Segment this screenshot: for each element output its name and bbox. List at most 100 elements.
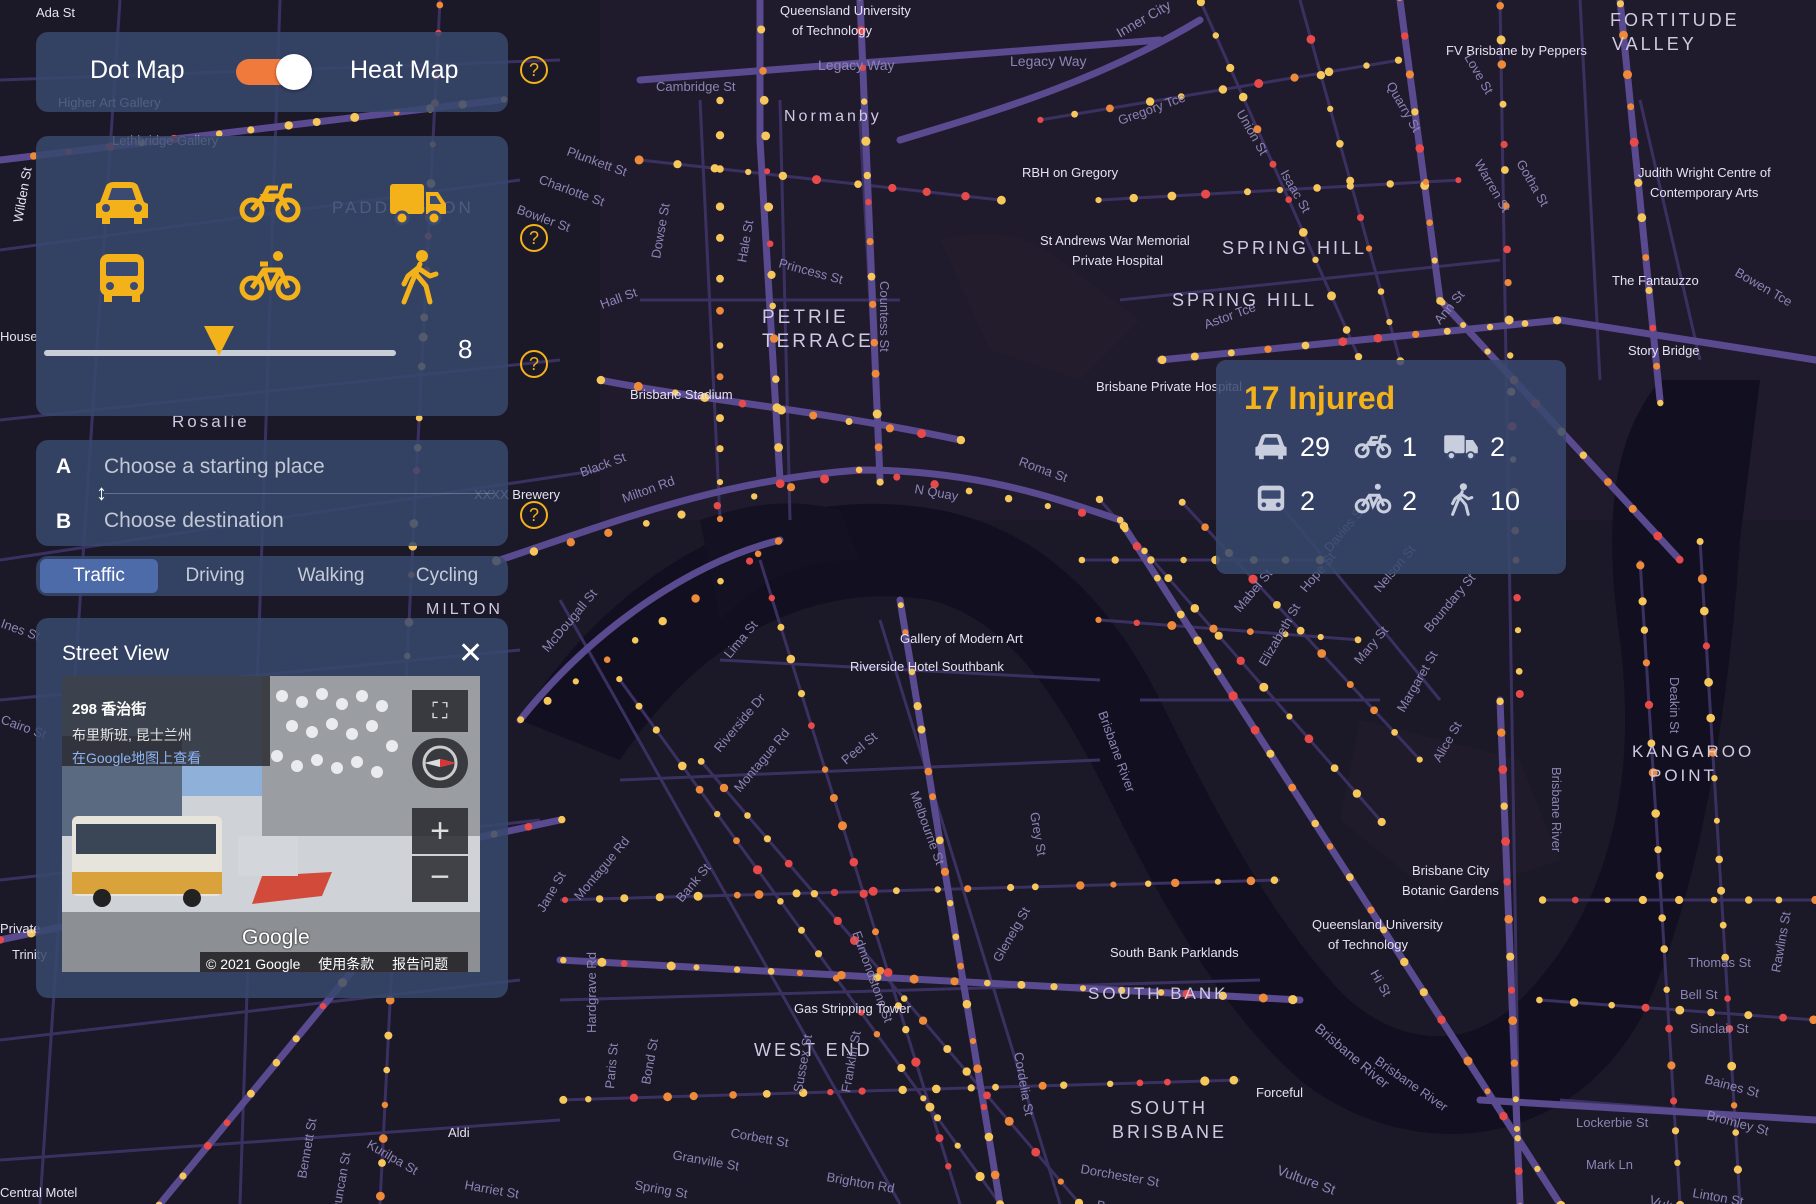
accident-dot[interactable] <box>845 418 853 425</box>
accident-dot[interactable] <box>1213 668 1222 676</box>
accident-dot[interactable] <box>1095 616 1102 624</box>
accident-dot[interactable] <box>1286 713 1293 720</box>
accident-dot[interactable] <box>1503 878 1511 886</box>
accident-dot[interactable] <box>1663 986 1670 993</box>
accident-dot[interactable] <box>984 1132 994 1142</box>
accident-dot[interactable] <box>673 160 682 169</box>
accident-dot[interactable] <box>1515 668 1523 675</box>
accident-dot[interactable] <box>1644 700 1654 710</box>
accident-dot[interactable] <box>973 1064 982 1073</box>
accident-dot[interactable] <box>1304 734 1314 744</box>
accident-dot[interactable] <box>833 916 842 926</box>
accident-dot[interactable] <box>729 1091 737 1099</box>
terms-link[interactable]: 使用条款 <box>318 956 374 972</box>
accident-dot[interactable] <box>716 342 724 349</box>
accident-dot[interactable] <box>1228 691 1238 701</box>
accident-dot[interactable] <box>572 678 579 685</box>
accident-dot[interactable] <box>849 857 859 867</box>
accident-dot[interactable] <box>652 726 660 734</box>
accident-dot[interactable] <box>1496 2 1504 10</box>
accident-dot[interactable] <box>561 896 569 904</box>
accident-dot[interactable] <box>1057 1178 1064 1185</box>
accident-dot[interactable] <box>529 547 539 556</box>
accident-dot[interactable] <box>1674 1159 1681 1167</box>
accident-dot[interactable] <box>1071 110 1078 118</box>
compass-button[interactable] <box>412 738 468 788</box>
tab-traffic[interactable]: Traffic <box>40 559 158 593</box>
accident-dot[interactable] <box>179 1172 187 1180</box>
accident-dot[interactable] <box>1702 642 1710 650</box>
accident-dot[interactable] <box>1209 624 1218 633</box>
fullscreen-button[interactable]: ⛶ <box>412 690 468 732</box>
accident-dot[interactable] <box>1642 254 1650 261</box>
accident-dot[interactable] <box>719 783 729 793</box>
accident-dot[interactable] <box>1176 610 1185 619</box>
accident-dot[interactable] <box>1405 70 1414 79</box>
accident-dot[interactable] <box>956 435 966 445</box>
accident-dot[interactable] <box>745 168 752 176</box>
accident-dot[interactable] <box>1400 957 1409 967</box>
accident-dot[interactable] <box>965 487 973 495</box>
accident-dot[interactable] <box>566 538 575 547</box>
slider-thumb[interactable] <box>204 326 234 356</box>
accident-dot[interactable] <box>1653 531 1663 541</box>
accident-dot[interactable] <box>1214 878 1221 885</box>
accident-dot[interactable] <box>1201 523 1209 531</box>
accident-dot[interactable] <box>716 373 724 381</box>
accident-dot[interactable] <box>713 502 721 510</box>
accident-dot[interactable] <box>1717 886 1726 895</box>
accident-dot[interactable] <box>376 1191 385 1201</box>
accident-dot[interactable] <box>604 528 613 538</box>
accident-dot[interactable] <box>808 722 815 729</box>
accident-dot[interactable] <box>1246 876 1256 886</box>
accident-dot[interactable] <box>872 409 882 419</box>
accident-dot[interactable] <box>1269 160 1277 168</box>
accident-dot[interactable] <box>934 886 941 893</box>
accident-dot[interactable] <box>1106 104 1114 113</box>
accident-dot[interactable] <box>1653 362 1661 370</box>
accident-dot[interactable] <box>786 654 796 664</box>
help-icon[interactable]: ? <box>520 56 548 84</box>
accident-dot[interactable] <box>1107 1080 1114 1088</box>
accident-dot[interactable] <box>1145 880 1152 887</box>
accident-dot[interactable] <box>897 1063 906 1073</box>
accident-dot[interactable] <box>1259 682 1269 692</box>
accident-dot[interactable] <box>868 886 878 896</box>
accident-dot[interactable] <box>595 895 604 903</box>
accident-dot[interactable] <box>1571 896 1579 904</box>
accident-dot[interactable] <box>1226 63 1235 73</box>
accident-dot[interactable] <box>984 979 991 987</box>
accident-dot[interactable] <box>1004 494 1013 503</box>
accident-dot[interactable] <box>1050 983 1058 991</box>
accident-dot[interactable] <box>1377 817 1386 827</box>
accident-dot[interactable] <box>247 1089 255 1098</box>
accident-dot[interactable] <box>830 888 839 897</box>
accident-dot[interactable] <box>774 443 783 452</box>
accident-dot[interactable] <box>1031 883 1039 891</box>
accident-dot[interactable] <box>812 175 821 185</box>
accident-dot[interactable] <box>932 1084 941 1094</box>
accident-dot[interactable] <box>1501 166 1509 174</box>
accident-dot[interactable] <box>1431 257 1438 264</box>
accident-dot[interactable] <box>1706 713 1715 723</box>
accident-dot[interactable] <box>1327 105 1334 112</box>
accident-dot[interactable] <box>821 766 829 773</box>
accident-dot[interactable] <box>1246 628 1254 635</box>
accident-dot[interactable] <box>854 180 862 188</box>
accident-dot[interactable] <box>1628 504 1637 513</box>
destination-input[interactable] <box>104 504 484 538</box>
accident-dot[interactable] <box>1534 1165 1541 1172</box>
accident-dot[interactable] <box>666 961 676 971</box>
accident-dot[interactable] <box>888 183 897 193</box>
accident-dot[interactable] <box>1167 621 1177 630</box>
accident-dot[interactable] <box>1733 1165 1742 1174</box>
accident-dot[interactable] <box>873 1031 881 1038</box>
accident-dot[interactable] <box>1745 896 1753 904</box>
accident-dot[interactable] <box>1654 846 1662 854</box>
accident-dot[interactable] <box>1675 895 1684 905</box>
accident-dot[interactable] <box>1536 996 1543 1004</box>
accident-dot[interactable] <box>634 155 644 165</box>
accident-dot[interactable] <box>716 96 724 105</box>
accident-dot[interactable] <box>902 1025 910 1034</box>
accident-dot[interactable] <box>1455 177 1462 184</box>
